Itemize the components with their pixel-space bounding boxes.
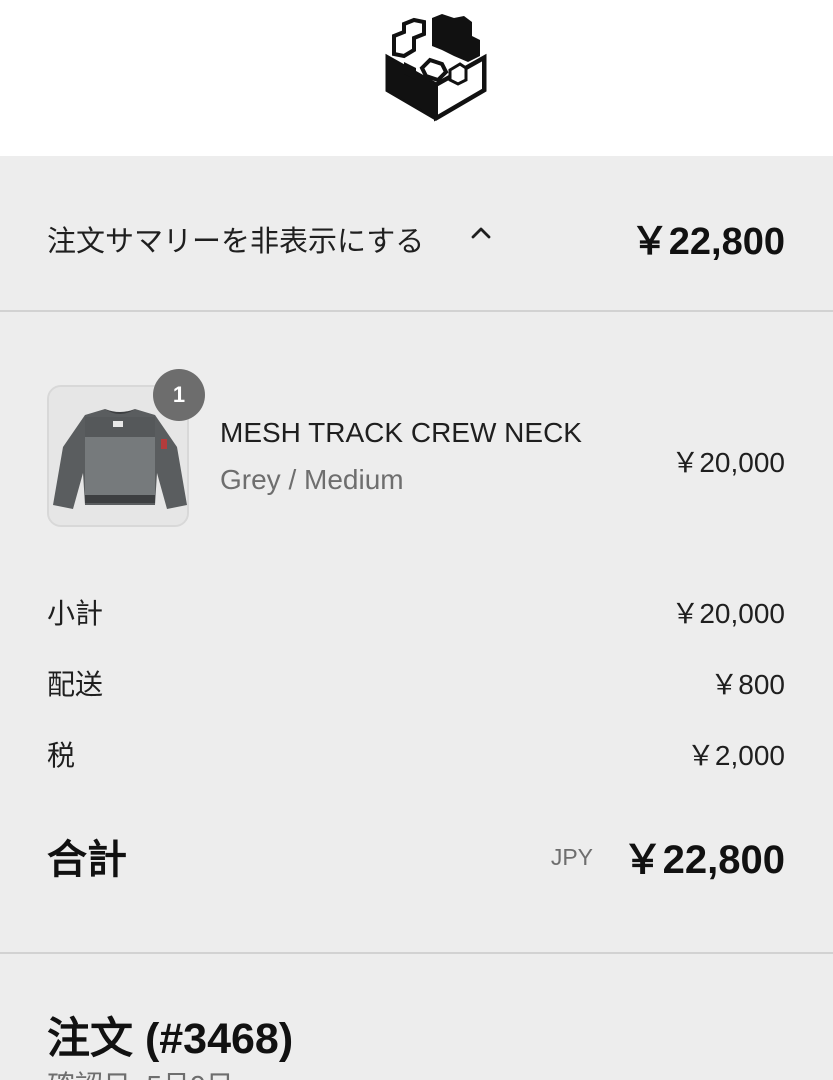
shipping-label: 配送 bbox=[47, 669, 104, 700]
grand-total: ￥22,800 bbox=[622, 838, 785, 882]
summary-total: ￥22,800 bbox=[630, 221, 785, 263]
confirmation-date: 確認日: 5月9日 bbox=[47, 1064, 234, 1080]
order-title: 注文 (#3468) bbox=[47, 1015, 294, 1063]
subtotal-label: 小計 bbox=[47, 598, 104, 629]
quantity-badge: 1 bbox=[153, 369, 205, 421]
subtotal-value: ￥20,000 bbox=[671, 598, 785, 629]
total-label: 合計 bbox=[47, 838, 127, 882]
product-price: ￥20,000 bbox=[671, 447, 785, 478]
section-divider bbox=[0, 952, 833, 954]
tax-label: 税 bbox=[47, 740, 76, 771]
store-logo-icon[interactable] bbox=[380, 10, 492, 128]
product-variant: Grey / Medium bbox=[220, 464, 404, 495]
summary-toggle-label[interactable]: 注文サマリーを非表示にする bbox=[47, 218, 424, 260]
currency-code: JPY bbox=[550, 844, 593, 870]
shipping-value: ￥800 bbox=[710, 669, 785, 700]
site-header bbox=[0, 0, 833, 156]
tax-value: ￥2,000 bbox=[686, 740, 785, 771]
product-name: MESH TRACK CREW NECK bbox=[220, 417, 582, 448]
chevron-up-icon[interactable] bbox=[468, 220, 494, 246]
